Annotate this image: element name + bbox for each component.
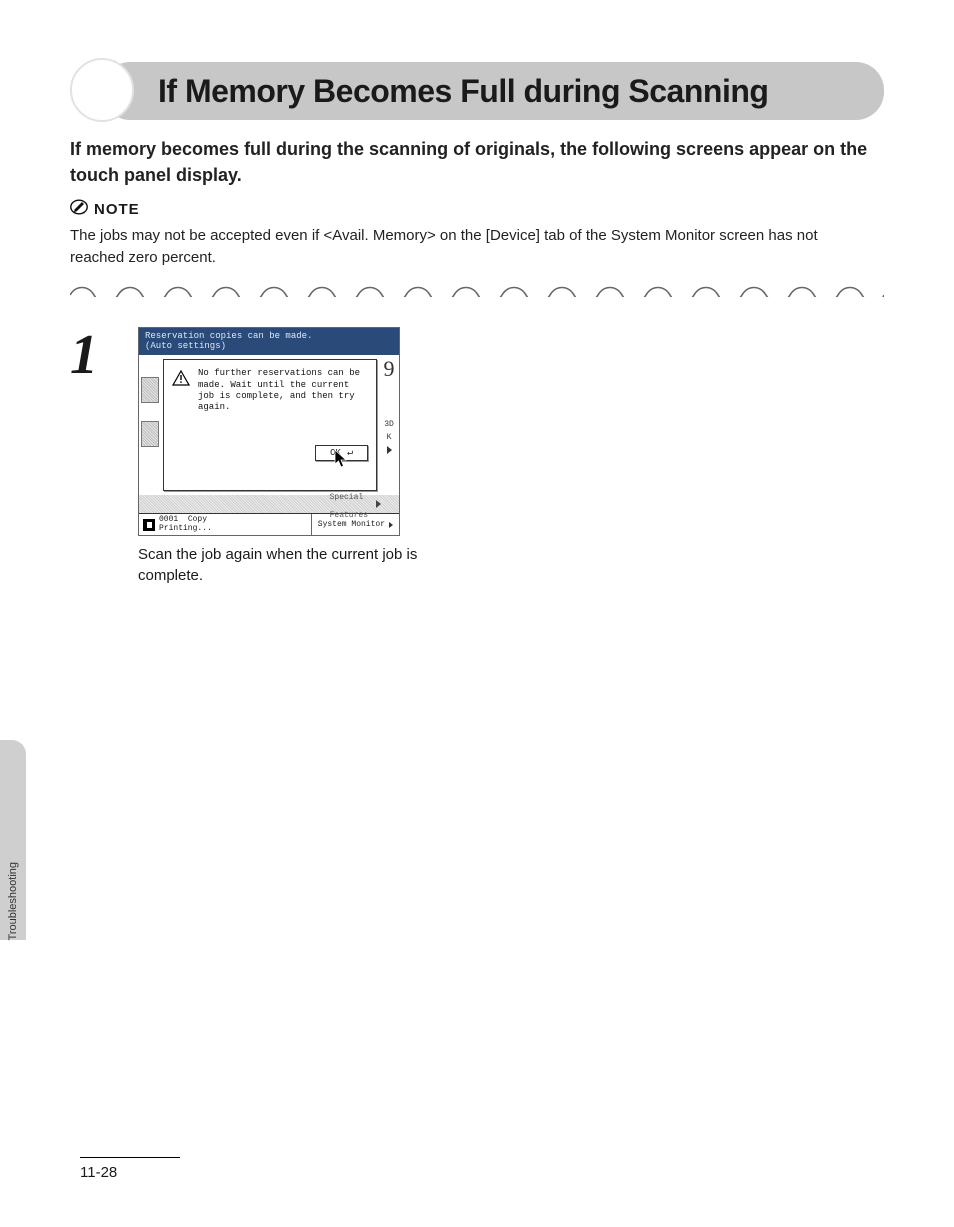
chevron-right-icon xyxy=(389,522,393,528)
note-label: NOTE xyxy=(70,198,884,221)
cursor-icon xyxy=(333,449,349,469)
dialog-titlebar: Reservation copies can be made. (Auto se… xyxy=(139,328,399,356)
note-label-text: NOTE xyxy=(94,201,140,218)
system-monitor-button[interactable]: System Monitor xyxy=(311,514,399,535)
note-body: The jobs may not be accepted even if <Av… xyxy=(70,225,884,269)
copies-number: 9 xyxy=(379,356,399,382)
section-title-wrap: If Memory Becomes Full during Scanning xyxy=(70,62,884,120)
panel-left-edge xyxy=(139,355,161,495)
section-title: If Memory Becomes Full during Scanning xyxy=(158,73,768,110)
dialog-title-line1: Reservation copies can be made. xyxy=(145,331,393,342)
special-features-strip: Special Features xyxy=(139,495,399,513)
right-small-2: K xyxy=(379,433,399,442)
dialog-title-line2: (Auto settings) xyxy=(145,341,393,352)
right-small-1: 3D xyxy=(379,420,399,429)
title-bullet-circle xyxy=(70,58,134,122)
pencil-icon xyxy=(70,198,88,221)
intro-paragraph: If memory becomes full during the scanni… xyxy=(70,136,884,188)
title-bar: If Memory Becomes Full during Scanning xyxy=(102,62,884,120)
status-bar: 0001 Copy Printing... System Monitor xyxy=(139,513,399,535)
side-tab-label: Troubleshooting xyxy=(7,824,19,940)
strip-arrow-icon xyxy=(376,500,381,508)
page-number: 11-28 xyxy=(80,1164,180,1181)
step-number: 1 xyxy=(70,333,98,378)
alert-message: No further reservations can be made. Wai… xyxy=(198,368,368,413)
warning-icon xyxy=(172,370,190,386)
page-footer: 11-28 xyxy=(80,1157,180,1181)
system-monitor-label: System Monitor xyxy=(318,520,385,529)
screenshot-caption: Scan the job again when the current job … xyxy=(138,544,448,586)
touch-panel-screenshot: Reservation copies can be made. (Auto se… xyxy=(138,327,400,536)
printer-icon xyxy=(143,519,155,531)
right-arrow-icon xyxy=(387,446,392,454)
alert-modal: No further reservations can be made. Wai… xyxy=(163,359,377,491)
wavy-divider xyxy=(70,285,884,297)
status-text: 0001 Copy Printing... xyxy=(159,516,212,533)
side-tab: Troubleshooting xyxy=(0,740,26,940)
panel-right-edge: 9 3D K xyxy=(379,355,399,495)
